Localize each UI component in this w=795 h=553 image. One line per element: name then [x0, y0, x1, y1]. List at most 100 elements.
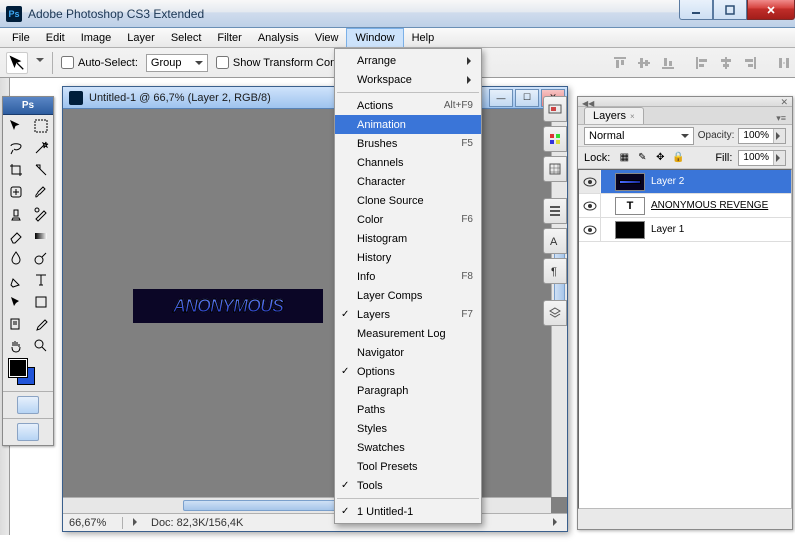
slice-tool[interactable]	[28, 159, 53, 181]
layers-tab[interactable]: Layers×	[584, 107, 644, 124]
notes-tool[interactable]	[3, 313, 28, 335]
stamp-tool[interactable]	[3, 203, 28, 225]
layer-row[interactable]: T ANONYMOUS REVENGE	[579, 194, 791, 218]
history-brush-tool[interactable]	[28, 203, 53, 225]
gradient-tool[interactable]	[28, 225, 53, 247]
history-tab-icon[interactable]	[543, 198, 567, 224]
screen-mode-button[interactable]	[17, 423, 39, 441]
swatches-tab-icon[interactable]	[543, 156, 567, 182]
lock-position-icon[interactable]: ✥	[652, 150, 668, 166]
menu-file[interactable]: File	[4, 28, 38, 47]
menu-view[interactable]: View	[307, 28, 347, 47]
move-tool[interactable]	[3, 115, 28, 137]
lock-transparency-icon[interactable]: ▦	[616, 150, 632, 166]
menu-item-navigator[interactable]: Navigator	[335, 343, 481, 362]
menu-item-options[interactable]: ✓Options	[335, 362, 481, 381]
layer-name[interactable]: Layer 1	[651, 224, 684, 235]
align-left-icon[interactable]	[691, 52, 713, 74]
menu-item-paragraph[interactable]: Paragraph	[335, 381, 481, 400]
menu-item-1-untitled-1[interactable]: ✓1 Untitled-1	[335, 502, 481, 521]
menu-item-paths[interactable]: Paths	[335, 400, 481, 419]
visibility-icon[interactable]	[579, 218, 601, 241]
menu-filter[interactable]: Filter	[209, 28, 249, 47]
visibility-icon[interactable]	[579, 170, 601, 193]
menu-item-histogram[interactable]: Histogram	[335, 229, 481, 248]
menu-item-tool-presets[interactable]: Tool Presets	[335, 457, 481, 476]
doc-maximize-button[interactable]: ☐	[515, 89, 539, 107]
layer-name[interactable]: ANONYMOUS REVENGE	[651, 200, 768, 211]
menu-select[interactable]: Select	[163, 28, 210, 47]
document-titlebar[interactable]: Untitled-1 @ 66,7% (Layer 2, RGB/8) — ☐ …	[63, 87, 567, 109]
menu-item-actions[interactable]: ActionsAlt+F9	[335, 96, 481, 115]
layer-thumbnail[interactable]: T	[615, 197, 645, 215]
eyedrop-tool[interactable]	[28, 313, 53, 335]
zoom-tool[interactable]	[28, 335, 53, 357]
opacity-input[interactable]: 100%	[738, 128, 786, 144]
menu-item-workspace[interactable]: Workspace	[335, 70, 481, 89]
distribute-icon[interactable]	[773, 52, 795, 74]
blend-mode-select[interactable]: Normal	[584, 127, 694, 145]
menu-item-swatches[interactable]: Swatches	[335, 438, 481, 457]
menu-item-history[interactable]: History	[335, 248, 481, 267]
pen-tool[interactable]	[3, 269, 28, 291]
marquee-tool[interactable]	[28, 115, 53, 137]
toolbox-header[interactable]: Ps	[3, 97, 53, 115]
blur-tool[interactable]	[3, 247, 28, 269]
menu-image[interactable]: Image	[73, 28, 120, 47]
minimize-button[interactable]	[679, 0, 713, 20]
layer-thumbnail[interactable]	[615, 173, 645, 191]
auto-select-checkbox[interactable]: Auto-Select:	[61, 56, 138, 69]
type-tool[interactable]	[28, 269, 53, 291]
menu-window[interactable]: Window	[346, 28, 403, 47]
layer-name[interactable]: Layer 2	[651, 176, 684, 187]
menu-item-layers[interactable]: ✓LayersF7	[335, 305, 481, 324]
align-bottom-icon[interactable]	[657, 52, 679, 74]
doc-info[interactable]: Doc: 82,3K/156,4K	[123, 517, 243, 529]
menu-item-character[interactable]: Character	[335, 172, 481, 191]
menu-layer[interactable]: Layer	[119, 28, 163, 47]
color-swatches[interactable]	[3, 357, 53, 391]
crop-tool[interactable]	[3, 159, 28, 181]
menu-item-brushes[interactable]: BrushesF5	[335, 134, 481, 153]
align-vcenter-icon[interactable]	[633, 52, 655, 74]
menu-item-clone-source[interactable]: Clone Source	[335, 191, 481, 210]
lasso-tool[interactable]	[3, 137, 28, 159]
brush-tool[interactable]	[28, 181, 53, 203]
align-hcenter-icon[interactable]	[715, 52, 737, 74]
color-tab-icon[interactable]	[543, 126, 567, 152]
heal-tool[interactable]	[3, 181, 28, 203]
hand-tool[interactable]	[3, 335, 28, 357]
shape-tool[interactable]	[28, 291, 53, 313]
navigator-tab-icon[interactable]	[543, 96, 567, 122]
menu-item-arrange[interactable]: Arrange	[335, 51, 481, 70]
visibility-icon[interactable]	[579, 194, 601, 217]
layer-thumbnail[interactable]	[615, 221, 645, 239]
menu-item-channels[interactable]: Channels	[335, 153, 481, 172]
layer-row[interactable]: Layer 2	[579, 170, 791, 194]
eraser-tool[interactable]	[3, 225, 28, 247]
menu-analysis[interactable]: Analysis	[250, 28, 307, 47]
menu-item-styles[interactable]: Styles	[335, 419, 481, 438]
dodge-tool[interactable]	[28, 247, 53, 269]
menu-help[interactable]: Help	[404, 28, 443, 47]
tool-preset-dropdown[interactable]	[36, 57, 44, 69]
show-transform-checkbox[interactable]: Show Transform Cont	[216, 56, 339, 69]
close-button[interactable]	[747, 0, 795, 20]
menu-edit[interactable]: Edit	[38, 28, 73, 47]
menu-item-info[interactable]: InfoF8	[335, 267, 481, 286]
auto-select-target[interactable]: Group	[146, 54, 208, 72]
align-top-icon[interactable]	[609, 52, 631, 74]
menu-item-measurement-log[interactable]: Measurement Log	[335, 324, 481, 343]
align-right-icon[interactable]	[739, 52, 761, 74]
menu-item-layer-comps[interactable]: Layer Comps	[335, 286, 481, 305]
status-menu-icon[interactable]	[553, 517, 561, 529]
move-tool-icon[interactable]	[6, 52, 28, 74]
paragraph-tab-icon[interactable]: ¶	[543, 258, 567, 284]
lock-pixels-icon[interactable]: ✎	[634, 150, 650, 166]
layer-row[interactable]: Layer 1	[579, 218, 791, 242]
zoom-value[interactable]: 66,67%	[63, 517, 123, 529]
fill-input[interactable]: 100%	[738, 150, 786, 166]
quick-mask-button[interactable]	[17, 396, 39, 414]
canvas[interactable]: ANONYMOUS	[133, 289, 323, 323]
layers-tab-icon[interactable]	[543, 300, 567, 326]
